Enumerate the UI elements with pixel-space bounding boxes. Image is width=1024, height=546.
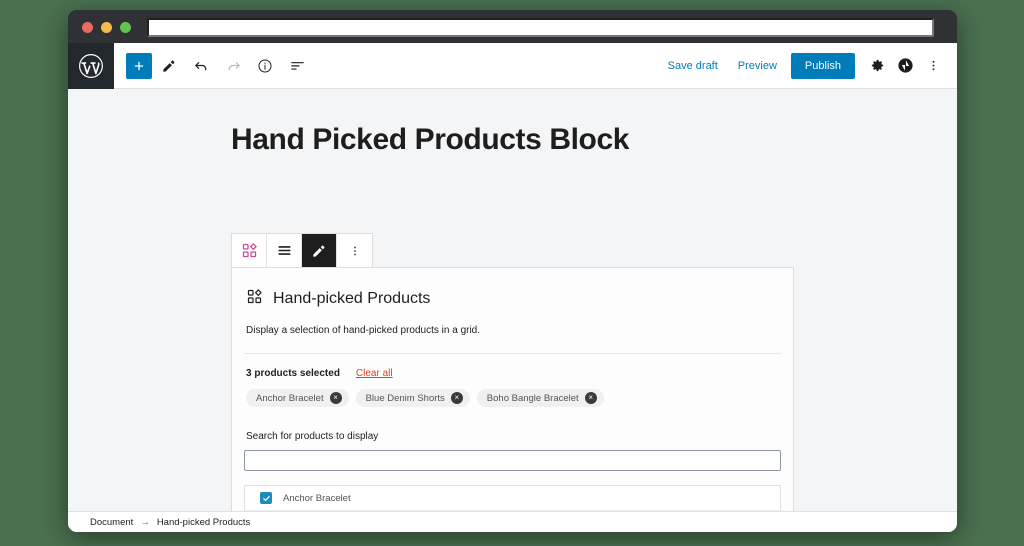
wordpress-logo-icon[interactable]: [68, 42, 114, 89]
editor-tools-left: [114, 51, 312, 81]
address-bar-input[interactable]: [147, 18, 934, 37]
remove-product-icon[interactable]: ×: [584, 392, 597, 404]
block-options-ellipsis-icon[interactable]: [337, 234, 372, 267]
product-chip[interactable]: Anchor Bracelet ×: [246, 389, 349, 407]
hand-picked-products-block-panel: Hand-picked Products Display a selection…: [231, 267, 794, 532]
product-chip[interactable]: Blue Denim Shorts ×: [355, 389, 470, 407]
product-chip-label: Boho Bangle Bracelet: [486, 392, 579, 404]
more-menu-ellipsis-icon[interactable]: [919, 52, 947, 80]
breadcrumb-root[interactable]: Document: [90, 517, 133, 528]
block-type-grid-icon[interactable]: [232, 234, 267, 267]
edit-pencil-icon[interactable]: [302, 234, 337, 267]
tools-pencil-button[interactable]: [154, 51, 184, 81]
publish-button[interactable]: Publish: [790, 52, 855, 79]
remove-product-icon[interactable]: ×: [450, 392, 463, 404]
undo-button[interactable]: [186, 51, 216, 81]
block-panel-title: Hand-picked Products: [273, 290, 431, 307]
screenshot-stage: Save draft Preview Publish Hand Picked P…: [0, 0, 1024, 546]
search-input[interactable]: [244, 450, 781, 471]
block-panel-header: Hand-picked Products: [244, 288, 781, 310]
close-window-icon[interactable]: [82, 22, 93, 33]
product-chip-label: Anchor Bracelet: [256, 392, 324, 404]
settings-gear-icon[interactable]: [863, 52, 891, 80]
details-button[interactable]: [250, 51, 280, 81]
editor-topbar: Save draft Preview Publish: [68, 42, 957, 89]
selected-count-label: 3 products selected: [246, 368, 340, 379]
breadcrumb-current[interactable]: Hand-picked Products: [157, 517, 250, 528]
product-label: Anchor Bracelet: [283, 492, 351, 504]
breadcrumb-arrow-icon: →: [140, 516, 150, 528]
wordpress-editor: Save draft Preview Publish Hand Picked P…: [68, 42, 957, 532]
traffic-lights: [82, 22, 131, 33]
page-title[interactable]: Hand Picked Products Block: [68, 89, 957, 157]
browser-window: Save draft Preview Publish Hand Picked P…: [68, 10, 957, 532]
browser-titlebar: [68, 10, 957, 43]
divider: [244, 353, 781, 354]
product-checkbox-checked[interactable]: [260, 492, 272, 504]
editor-canvas: Hand Picked Products Block Hand-picked P…: [68, 89, 957, 532]
maximize-window-icon[interactable]: [120, 22, 131, 33]
add-block-button[interactable]: [126, 52, 152, 79]
breadcrumb: Document → Hand-picked Products: [68, 511, 957, 532]
product-chip[interactable]: Boho Bangle Bracelet ×: [476, 389, 604, 407]
jetpack-icon[interactable]: [891, 52, 919, 80]
selected-product-chips: Anchor Bracelet × Blue Denim Shorts × Bo…: [244, 389, 781, 407]
block-panel-description: Display a selection of hand-picked produ…: [246, 325, 481, 336]
grid-products-icon: [246, 288, 263, 310]
block-toolbar: [231, 233, 373, 268]
minimize-window-icon[interactable]: [101, 22, 112, 33]
preview-button[interactable]: Preview: [728, 54, 787, 78]
selection-summary-row: 3 products selected Clear all: [244, 368, 781, 379]
remove-product-icon[interactable]: ×: [329, 392, 342, 404]
search-label: Search for products to display: [246, 431, 379, 442]
save-draft-button[interactable]: Save draft: [658, 54, 728, 78]
product-chip-label: Blue Denim Shorts: [365, 392, 445, 404]
clear-all-link[interactable]: Clear all: [356, 368, 393, 379]
redo-button[interactable]: [218, 51, 248, 81]
list-item[interactable]: Anchor Bracelet: [245, 486, 780, 511]
block-navigation-button[interactable]: [282, 51, 312, 81]
editor-tools-right: Save draft Preview Publish: [658, 52, 957, 80]
align-icon[interactable]: [267, 234, 302, 267]
